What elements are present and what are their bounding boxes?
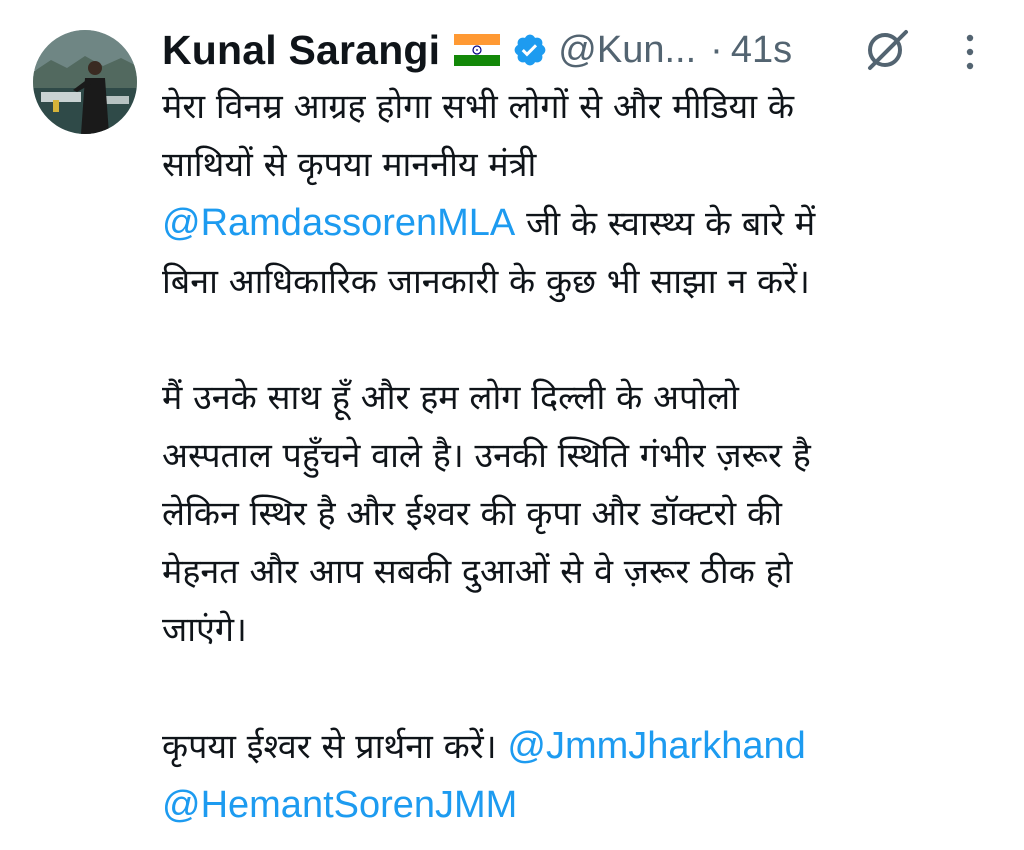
tweet-line: साथियों से कृपया माननीय मंत्री: [162, 145, 537, 185]
tweet-line: लेकिन स्थिर है और ईश्वर की कृपा और डॉक्ट…: [162, 494, 782, 534]
mention-link[interactable]: @JmmJharkhand: [507, 725, 805, 767]
timestamp[interactable]: 41s: [731, 29, 792, 72]
more-options-icon[interactable]: [955, 30, 985, 74]
tweet-text: मेरा विनम्र आग्रह होगा सभी लोगों से और म…: [162, 78, 1002, 835]
tweet-paragraph-2: मैं उनके साथ हूँ और हम लोग दिल्ली के अपो…: [162, 369, 1002, 659]
india-flag-icon: [454, 34, 501, 66]
tweet-text-segment: जी के स्वास्थ्य के बारे में: [515, 204, 816, 244]
tweet-line: @RamdassorenMLA जी के स्वास्थ्य के बारे …: [162, 194, 1002, 253]
tweet-line: बिना आधिकारिक जानकारी के कुछ भी साझा न क…: [162, 262, 810, 302]
author-display-name[interactable]: Kunal Sarangi: [162, 27, 440, 74]
separator-dot: ·: [710, 28, 723, 71]
tweet-line: मेहनत और आप सबकी दुआओं से वे ज़रूर ठीक ह…: [162, 552, 793, 592]
tweet-paragraph-1: मेरा विनम्र आग्रह होगा सभी लोगों से और म…: [162, 78, 1002, 311]
tweet-line: जाएंगे।: [162, 610, 247, 650]
avatar[interactable]: [33, 30, 137, 134]
verified-badge-icon[interactable]: [512, 32, 548, 68]
tweet-line: मैं उनके साथ हूँ और हम लोग दिल्ली के अपो…: [162, 378, 739, 418]
tweet-line: मेरा विनम्र आग्रह होगा सभी लोगों से और म…: [162, 87, 794, 127]
tweet-line: @HemantSorenJMM: [162, 776, 1002, 835]
tweet: Kunal Sarangi @Kun... · 41s मेरा विनम्र …: [0, 0, 1024, 850]
grok-icon[interactable]: [862, 24, 912, 74]
mention-link[interactable]: @HemantSorenJMM: [162, 784, 517, 826]
tweet-text-segment: कृपया ईश्वर से प्रार्थना करें।: [162, 727, 508, 767]
mention-link[interactable]: @RamdassorenMLA: [162, 202, 515, 244]
author-handle[interactable]: @Kun...: [558, 29, 696, 72]
tweet-paragraph-3: कृपया ईश्वर से प्रार्थना करें। @JmmJhark…: [162, 717, 1002, 835]
tweet-line: अस्पताल पहुँचने वाले है। उनकी स्थिति गंभ…: [162, 436, 811, 476]
tweet-line: कृपया ईश्वर से प्रार्थना करें। @JmmJhark…: [162, 717, 1002, 776]
